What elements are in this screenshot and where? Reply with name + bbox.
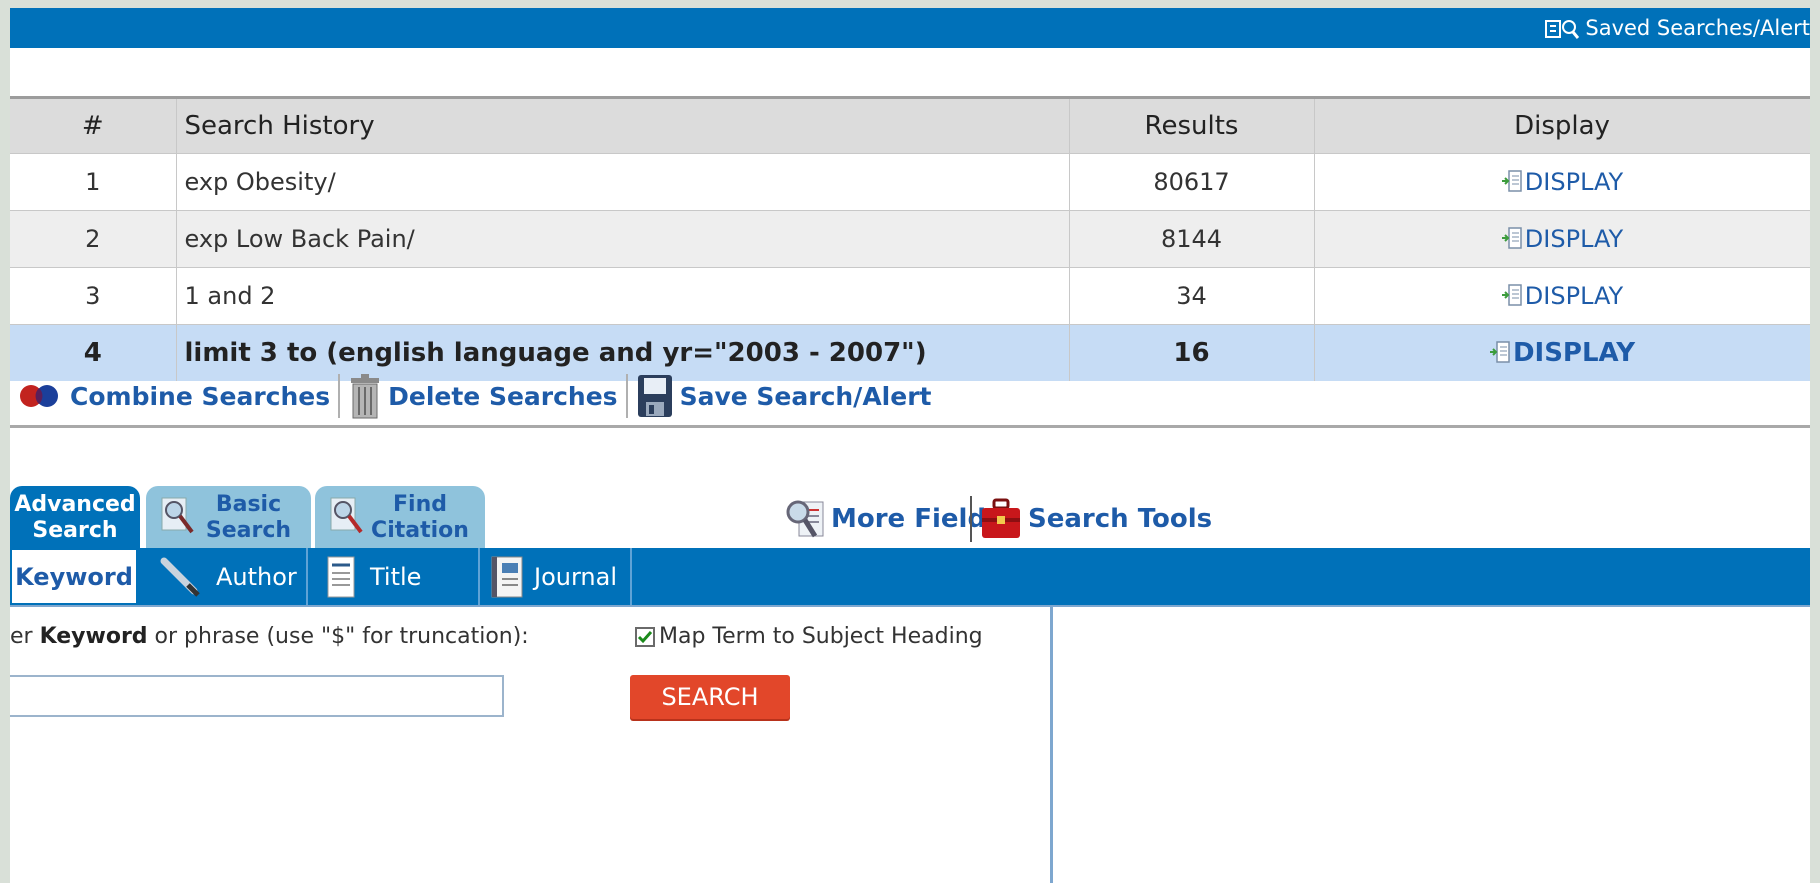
search-history-table: # Search History Results Display 1 exp O… [10,96,1810,381]
subtab-keyword[interactable]: Keyword [10,548,138,605]
display-label: DISPLAY [1512,338,1636,368]
magnifier-icon [161,497,194,534]
row-results: 34 [1069,267,1315,325]
ovid-search-page: Saved Searches/Alert # Search History Re… [10,8,1810,883]
subtab-journal[interactable]: Journal [480,548,632,605]
display-link[interactable]: DISPLAY [1501,225,1623,253]
saved-searches-label: Saved Searches/Alert [1585,16,1810,40]
search-tools-button[interactable]: Search Tools [980,496,1212,542]
row-number: 1 [10,153,177,211]
save-search-button[interactable]: Save Search/Alert [630,372,938,420]
tools-separator [970,496,972,542]
row-display-cell: DISPLAY [1314,210,1810,268]
row-display-cell: DISPLAY [1314,153,1810,211]
keyword-prompt-suffix: or phrase (use "$" for truncation): [147,624,529,649]
saved-searches-icon [1545,20,1580,39]
combine-searches-label: Combine Searches [70,381,331,411]
saved-searches-link[interactable]: Saved Searches/Alert [1545,8,1810,48]
search-tools-label: Search Tools [1028,504,1213,534]
top-bar: Saved Searches/Alert [10,8,1810,48]
keyword-prompt: er Keyword or phrase (use "$" for trunca… [10,624,529,649]
subtab-title[interactable]: Title [308,548,480,605]
magnifier-icon [786,500,824,538]
journal-icon [491,556,523,597]
subtab-title-label: Title [370,562,422,591]
tab-basic-line2: Search [205,518,292,543]
display-link[interactable]: DISPLAY [1489,338,1635,368]
tab-advanced-line2: Search [32,518,118,543]
header-search-history: Search History [176,96,1070,154]
tab-find-text: Find Citation [371,492,469,544]
table-header-row: # Search History Results Display [10,96,1810,154]
tab-advanced-line1: Advanced [14,492,136,517]
tab-find-line1: Find [393,492,447,517]
display-link[interactable]: DISPLAY [1501,168,1623,196]
action-separator [338,374,341,418]
history-actions-bar: Combine Searches Delete Searches Save Se [10,367,1810,428]
document-icon [327,556,355,597]
display-icon [1501,284,1522,306]
map-term-label: Map Term to Subject Heading [659,624,983,649]
row-number: 2 [10,210,177,268]
table-row[interactable]: 3 1 and 2 34 DISPLAY [10,267,1810,325]
more-fields-label: More Fields [831,504,1002,534]
trash-icon [351,374,380,419]
tab-basic-line1: Basic [215,492,282,517]
tab-advanced-search[interactable]: Advanced Search [10,486,140,550]
display-label: DISPLAY [1524,225,1624,253]
display-icon [1489,341,1510,363]
combine-searches-button[interactable]: Combine Searches [10,382,336,411]
subtab-author[interactable]: Author [140,548,308,605]
checkbox-checked-icon [635,626,655,647]
header-results: Results [1069,96,1315,154]
floppy-disk-icon [637,375,672,417]
delete-searches-button[interactable]: Delete Searches [342,372,623,420]
delete-searches-label: Delete Searches [388,381,618,411]
display-icon [1501,170,1522,192]
action-separator [625,374,628,418]
keyword-prompt-prefix: er [10,624,40,649]
toolbox-icon [982,498,1020,538]
keyword-search-input[interactable] [10,675,504,717]
display-icon [1501,227,1522,249]
tab-advanced-text: Advanced Search [14,492,135,544]
form-top-border [10,605,1810,607]
tab-basic-text: Basic Search [206,492,291,544]
row-query: exp Obesity/ [176,153,1070,211]
row-number: 3 [10,267,177,325]
table-row[interactable]: 2 exp Low Back Pain/ 8144 DISPLAY [10,210,1810,268]
row-display-cell: DISPLAY [1314,267,1810,325]
map-term-checkbox[interactable]: Map Term to Subject Heading [635,624,983,649]
subtab-author-label: Author [216,562,297,591]
tab-find-line2: Citation [371,518,469,543]
display-label: DISPLAY [1524,168,1624,196]
pen-icon [160,557,200,597]
search-button[interactable]: SEARCH [630,675,790,719]
tab-basic-search[interactable]: Basic Search [146,486,311,550]
header-num: # [10,96,177,154]
keyword-prompt-bold: Keyword [39,624,148,649]
table-row[interactable]: 1 exp Obesity/ 80617 DISPLAY [10,153,1810,211]
field-tabs-bar: Keyword Author Title Journal [10,548,1810,605]
header-display: Display [1314,96,1810,154]
row-query: exp Low Back Pain/ [176,210,1070,268]
display-link[interactable]: DISPLAY [1501,282,1623,310]
row-results: 8144 [1069,210,1315,268]
display-label: DISPLAY [1524,282,1624,310]
row-results: 80617 [1069,153,1315,211]
tab-find-citation[interactable]: Find Citation [315,486,485,550]
magnifier-icon [330,497,363,534]
save-search-label: Save Search/Alert [679,381,932,411]
combine-icon [20,385,58,407]
form-panel-divider [1050,605,1053,883]
row-query: 1 and 2 [176,267,1070,325]
subtab-journal-label: Journal [534,562,618,591]
